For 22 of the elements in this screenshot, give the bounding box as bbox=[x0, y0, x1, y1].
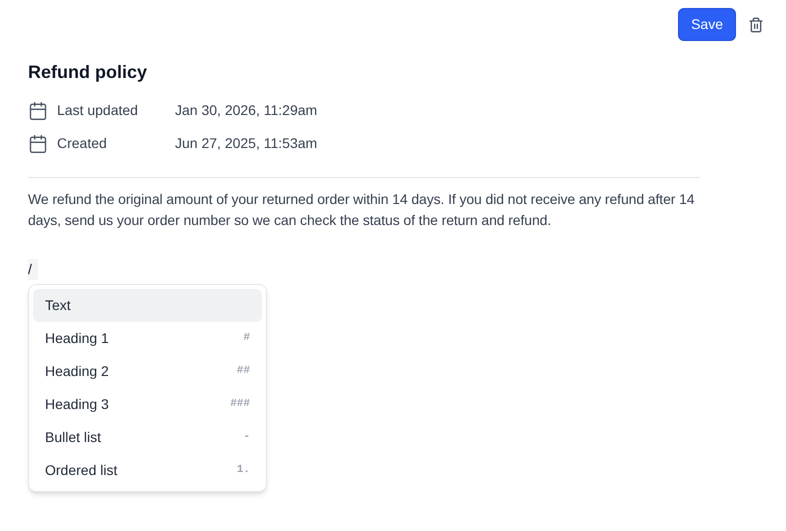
shortcut-hint: ## bbox=[236, 364, 250, 380]
command-input[interactable]: / bbox=[28, 258, 38, 280]
meta-label: Created bbox=[57, 134, 108, 153]
shortcut-hint: # bbox=[243, 331, 250, 346]
meta-label: Last updated bbox=[57, 101, 139, 120]
shortcut-hint: - bbox=[243, 430, 250, 446]
menu-item[interactable]: Heading 1 # bbox=[33, 322, 262, 355]
shortcut-hint: ### bbox=[230, 397, 250, 412]
menu-item[interactable]: Ordered list 1. bbox=[33, 454, 262, 487]
page-title: Refund policy bbox=[28, 61, 148, 84]
menu-item[interactable]: Text bbox=[33, 289, 262, 322]
menu-item[interactable]: Heading 2 ## bbox=[33, 355, 262, 388]
meta-value: Jun 27, 2025, 11:53am bbox=[175, 134, 318, 153]
meta-value: Jan 30, 2026, 11:29am bbox=[175, 101, 318, 120]
calendar-icon bbox=[28, 100, 48, 120]
menu-item[interactable]: Heading 3 ### bbox=[33, 388, 262, 421]
body-paragraph: We refund the original amount of your returned order within 14 days. If you did not receive any refund after 14 days, send us your order number so we can check the status of the return and refund. bbox=[28, 190, 696, 230]
save-button[interactable]: Save bbox=[678, 8, 736, 41]
menu-item[interactable]: Bullet list - bbox=[33, 421, 262, 454]
shortcut-hint: 1. bbox=[236, 463, 250, 478]
calendar-icon bbox=[28, 134, 48, 154]
delete-icon[interactable] bbox=[748, 16, 764, 32]
